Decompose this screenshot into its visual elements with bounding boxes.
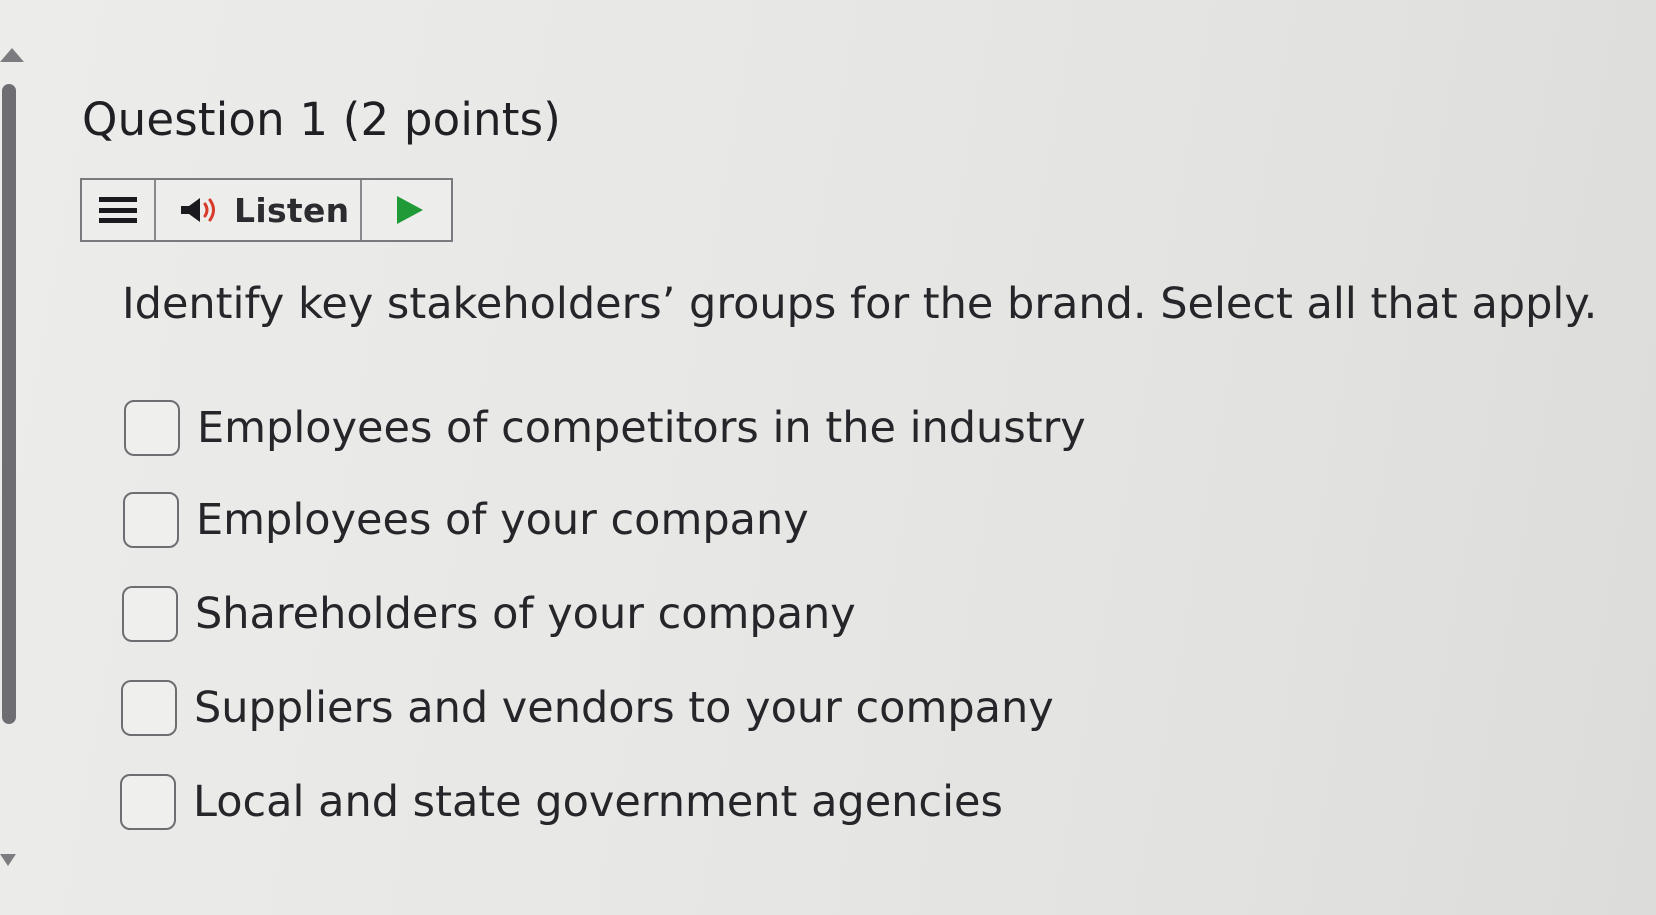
option-government-agencies[interactable]: Local and state government agencies bbox=[120, 770, 1003, 834]
listen-menu-button[interactable] bbox=[82, 180, 156, 240]
question-prompt: Identify key stakeholders’ groups for th… bbox=[122, 279, 1598, 329]
scroll-down-arrow-icon[interactable] bbox=[0, 854, 16, 866]
listen-label: Listen bbox=[234, 190, 350, 230]
option-employees-of-your-company[interactable]: Employees of your company bbox=[123, 488, 809, 552]
question-number: Question 1 bbox=[82, 93, 329, 146]
option-checkbox[interactable] bbox=[124, 400, 180, 456]
listen-toolbar: Listen bbox=[80, 178, 453, 242]
option-label: Shareholders of your company bbox=[195, 589, 856, 639]
play-icon bbox=[396, 196, 423, 224]
vertical-scrollbar[interactable] bbox=[0, 48, 24, 868]
option-shareholders[interactable]: Shareholders of your company bbox=[122, 582, 856, 646]
scrollbar-thumb[interactable] bbox=[2, 84, 16, 724]
option-checkbox[interactable] bbox=[123, 492, 179, 548]
option-label: Employees of your company bbox=[196, 495, 809, 545]
option-checkbox[interactable] bbox=[122, 586, 178, 642]
speaker-volume-icon bbox=[181, 198, 215, 222]
option-suppliers-and-vendors[interactable]: Suppliers and vendors to your company bbox=[121, 676, 1054, 740]
option-checkbox[interactable] bbox=[120, 774, 176, 830]
option-label: Employees of competitors in the industry bbox=[197, 403, 1086, 453]
listen-button[interactable]: Listen bbox=[156, 180, 362, 240]
option-checkbox[interactable] bbox=[121, 680, 177, 736]
question-points: (2 points) bbox=[342, 93, 561, 146]
hamburger-menu-icon bbox=[99, 197, 137, 223]
question-heading: Question 1 (2 points) bbox=[82, 92, 561, 148]
option-employees-of-competitors[interactable]: Employees of competitors in the industry bbox=[124, 396, 1086, 460]
play-button[interactable] bbox=[362, 180, 451, 240]
option-label: Local and state government agencies bbox=[193, 777, 1003, 827]
scroll-up-arrow-icon[interactable] bbox=[0, 48, 24, 62]
option-label: Suppliers and vendors to your company bbox=[194, 683, 1054, 733]
